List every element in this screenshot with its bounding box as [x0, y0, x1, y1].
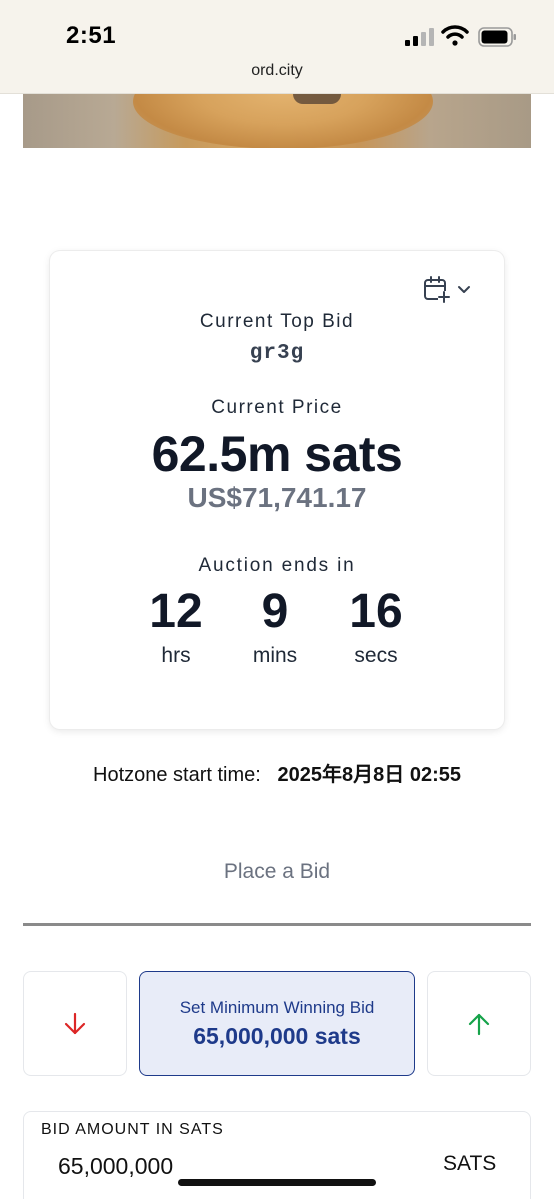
price-label: Current Price — [211, 397, 343, 418]
min-bid-label: Set Minimum Winning Bid — [179, 998, 375, 1017]
min-bid-value: 65,000,000 sats — [193, 1023, 361, 1049]
countdown-seconds-unit: secs — [354, 644, 398, 667]
decrease-bid-button[interactable] — [23, 971, 127, 1076]
auction-ends-label: Auction ends in — [198, 555, 356, 576]
calendar-add-icon — [424, 276, 450, 303]
place-bid-title: Place a Bid — [223, 860, 331, 883]
increase-bid-button[interactable] — [427, 971, 531, 1076]
top-bidder-name: gr3g — [249, 342, 305, 365]
bid-amount-input[interactable] — [58, 1149, 398, 1183]
add-to-calendar-button[interactable] — [422, 273, 482, 305]
countdown-seconds: 16 — [349, 585, 403, 638]
top-bid-label: Current Top Bid — [199, 311, 355, 332]
inscription-image — [23, 94, 531, 148]
usd-price: US$71,741.17 — [187, 482, 367, 513]
hotzone-label: Hotzone start time: — [93, 764, 261, 786]
dog-photo-fragment — [133, 94, 433, 148]
hotzone-start-time: Hotzone start time: 2025年8月8日 02:55 — [0, 758, 554, 787]
bid-amount-unit: SATS — [443, 1152, 497, 1175]
countdown-hours-unit: hrs — [161, 644, 191, 667]
browser-status-bar: 2:51 ord.city — [0, 0, 554, 94]
home-indicator[interactable] — [178, 1179, 376, 1186]
countdown-hours: 12 — [149, 585, 203, 638]
battery-icon — [478, 27, 516, 47]
chevron-down-icon — [458, 286, 470, 293]
dog-chin-shadow — [293, 94, 341, 104]
signal-icon — [405, 28, 434, 46]
countdown-minutes: 9 — [261, 585, 289, 638]
address-bar-url[interactable]: ord.city — [0, 62, 554, 80]
arrow-down-icon — [64, 1012, 86, 1034]
current-price: 62.5m sats — [151, 426, 403, 482]
auction-card: Current Top Bid gr3g Current Price 62.5m… — [50, 251, 504, 729]
section-divider — [23, 923, 531, 926]
hotzone-value: 2025年8月8日 02:55 — [277, 764, 461, 786]
countdown-minutes-unit: mins — [252, 644, 298, 667]
bid-amount-label: BID AMOUNT IN SATS — [41, 1121, 224, 1138]
arrow-up-icon — [468, 1013, 490, 1035]
status-time: 2:51 — [66, 22, 117, 49]
wifi-icon — [441, 25, 469, 46]
set-minimum-winning-bid-button[interactable]: Set Minimum Winning Bid 65,000,000 sats — [139, 971, 415, 1076]
